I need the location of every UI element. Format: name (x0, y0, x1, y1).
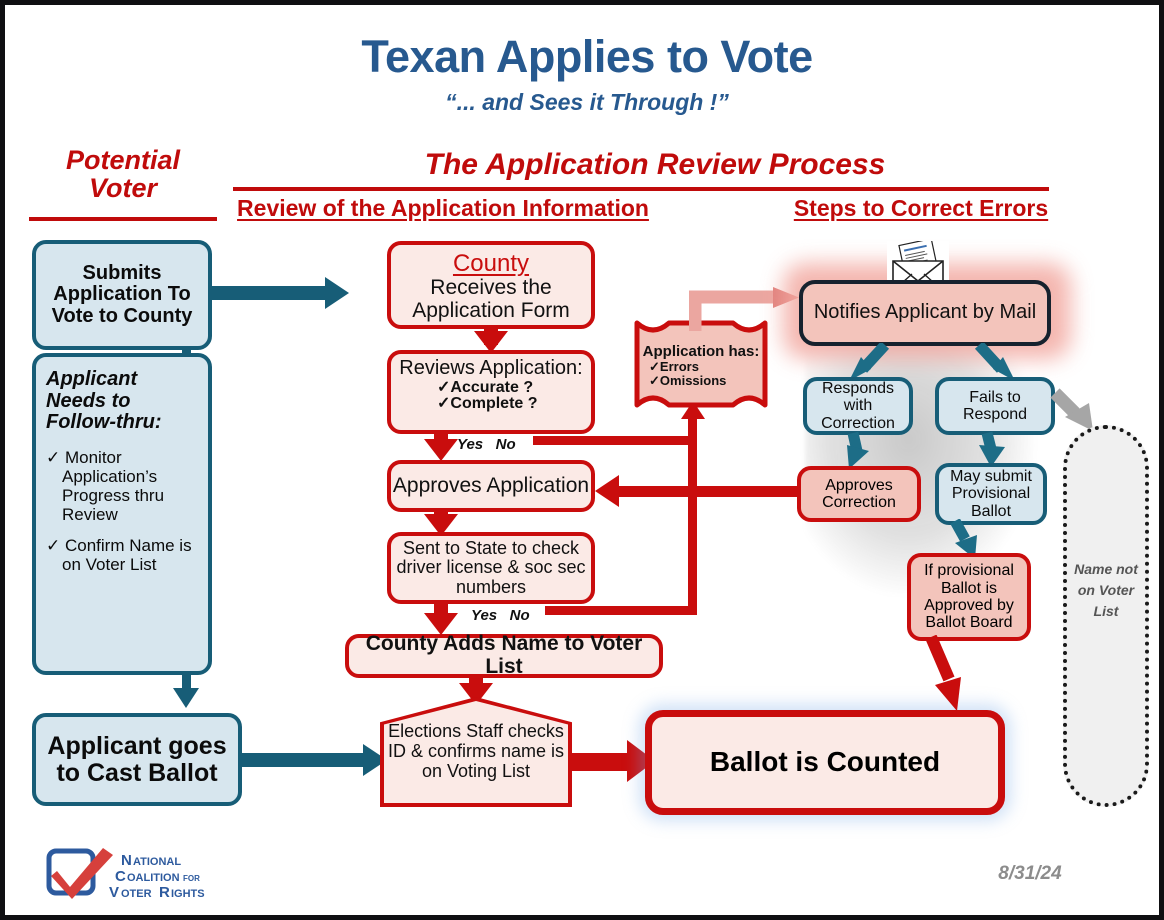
svg-text:ATIONAL: ATIONAL (133, 856, 181, 868)
connector-submits-to-county (210, 286, 330, 300)
svg-text:C: C (115, 868, 126, 885)
node-submits-application[interactable]: Submits Application To Vote to County (32, 240, 212, 350)
reviews-item-1: ✓Complete ? (437, 395, 591, 413)
node-ballot-counted[interactable]: Ballot is Counted (645, 710, 1005, 815)
column-header-potential-voter: Potential Voter (25, 145, 221, 203)
column-header-review: Review of the Application Information (237, 195, 649, 221)
follow-thru-item-1: ✓ Confirm Name is on Voter List (46, 536, 198, 574)
node-may-submit-provisional[interactable]: May submit Provisional Ballot (935, 463, 1047, 525)
decision-labels-state: Yes No (471, 607, 555, 624)
page-title: Texan Applies to Vote (361, 31, 813, 82)
connector-left-vertical-arrowhead (173, 688, 199, 708)
svg-text:FOR: FOR (183, 874, 200, 883)
decision-yes-label-2: Yes (471, 607, 498, 624)
node-if-provisional-approved[interactable]: If provisional Ballot is Approved by Bal… (907, 553, 1031, 641)
node-approves-application[interactable]: Approves Application (387, 460, 595, 512)
node-sent-to-state[interactable]: Sent to State to check driver license & … (387, 532, 595, 604)
connector-no-trunk-vertical (688, 417, 697, 615)
header-rule-process (233, 187, 1049, 191)
column-header-potential-voter-line2: Voter (88, 172, 157, 203)
follow-thru-item-0: ✓ Monitor Application’s Progress thru Re… (46, 448, 198, 524)
county-label: County (452, 250, 530, 277)
date-stamp: 8/31/24 (998, 863, 1062, 884)
county-body: Receives the Application Form (412, 275, 570, 322)
diagram-canvas: Texan Applies to Vote “... and Sees it T… (0, 0, 1164, 920)
node-name-not-on-voter-list: Name not on Voter List (1063, 425, 1149, 807)
follow-thru-list: ✓ Monitor Application’s Progress thru Re… (46, 448, 198, 574)
check-icon: ✓ (437, 378, 451, 396)
follow-thru-item-1-label: Confirm Name is on Voter List (62, 535, 192, 574)
error-node-item-1: ✓Omissions (637, 374, 726, 388)
connector-reviews-yes-arrowhead (424, 439, 458, 461)
node-applicant-follow-thru[interactable]: Applicant Needs to Follow-thru: ✓ Monito… (32, 353, 212, 675)
node-responds-with-correction[interactable]: Responds with Correction (803, 377, 913, 435)
error-node-item-1-label: Omissions (659, 372, 727, 388)
connector-review-no-horizontal (533, 436, 697, 445)
page-subtitle: “... and Sees it Through !” (445, 89, 729, 115)
svg-text:OALITION: OALITION (127, 872, 180, 884)
svg-text:V: V (109, 884, 119, 901)
connector-submits-to-county-arrowhead (325, 277, 349, 309)
column-header-potential-voter-line1: Potential (65, 145, 180, 175)
checkmark-logo: N ATIONAL C OALITION FOR V OTER R IGHTS (46, 848, 205, 901)
follow-thru-item-0-label: Monitor Application’s Progress thru Revi… (62, 447, 165, 524)
node-reviews-application[interactable]: Reviews Application: ✓Accurate ? ✓Comple… (387, 350, 595, 434)
header-rule-left (29, 217, 217, 221)
node-application-errors[interactable]: Application has: ✓Errors ✓Omissions (637, 327, 765, 405)
decision-no-label-2: No (509, 607, 530, 624)
connector-responds-to-approvescorr (847, 431, 869, 469)
follow-thru-title: Applicant Needs to Follow-thru: (46, 368, 162, 434)
decision-labels-review: Yes No (457, 436, 537, 453)
connector-state-no-horizontal (545, 606, 697, 615)
svg-text:IGHTS: IGHTS (171, 888, 205, 900)
check-icon: ✓ (649, 372, 660, 388)
svg-text:OTER: OTER (121, 888, 152, 900)
column-header-process: The Application Review Process (424, 148, 886, 181)
reviews-item-0-label: Accurate ? (450, 378, 534, 396)
column-header-steps: Steps to Correct Errors (793, 195, 1049, 221)
check-icon: ✓ (46, 535, 61, 555)
node-county-receives[interactable]: County Receives the Application Form (387, 241, 595, 329)
connector-cast-to-elections (241, 753, 371, 767)
connector-correction-to-approves (615, 486, 801, 497)
node-approves-correction[interactable]: Approves Correction (797, 466, 921, 522)
decision-no-label: No (495, 436, 516, 453)
node-fails-to-respond[interactable]: Fails to Respond (935, 377, 1055, 435)
check-icon: ✓ (437, 395, 451, 413)
reviews-title: Reviews Application: (399, 357, 583, 379)
node-county-adds-name[interactable]: County Adds Name to Voter List (345, 632, 663, 678)
check-icon: ✓ (46, 447, 61, 467)
node-notifies-applicant[interactable]: Notifies Applicant by Mail (799, 280, 1051, 346)
reviews-item-0: ✓Accurate ? (437, 378, 591, 397)
error-node-item-0: ✓Errors (637, 360, 699, 374)
reviews-item-1-label: Complete ? (450, 395, 538, 413)
svg-text:R: R (159, 884, 170, 901)
connector-correction-to-approves-arrowhead (595, 475, 619, 507)
reviews-checklist: ✓Accurate ? ✓Complete ? (391, 378, 591, 414)
error-node-title: Application has: (642, 343, 760, 361)
svg-text:N: N (121, 852, 132, 869)
connector-ifprovisional-to-counted (925, 635, 961, 711)
node-applicant-cast-ballot[interactable]: Applicant goes to Cast Ballot (32, 713, 242, 806)
name-not-on-list-label: Name not on Voter List (1074, 561, 1138, 619)
decision-yes-label: Yes (457, 436, 484, 453)
